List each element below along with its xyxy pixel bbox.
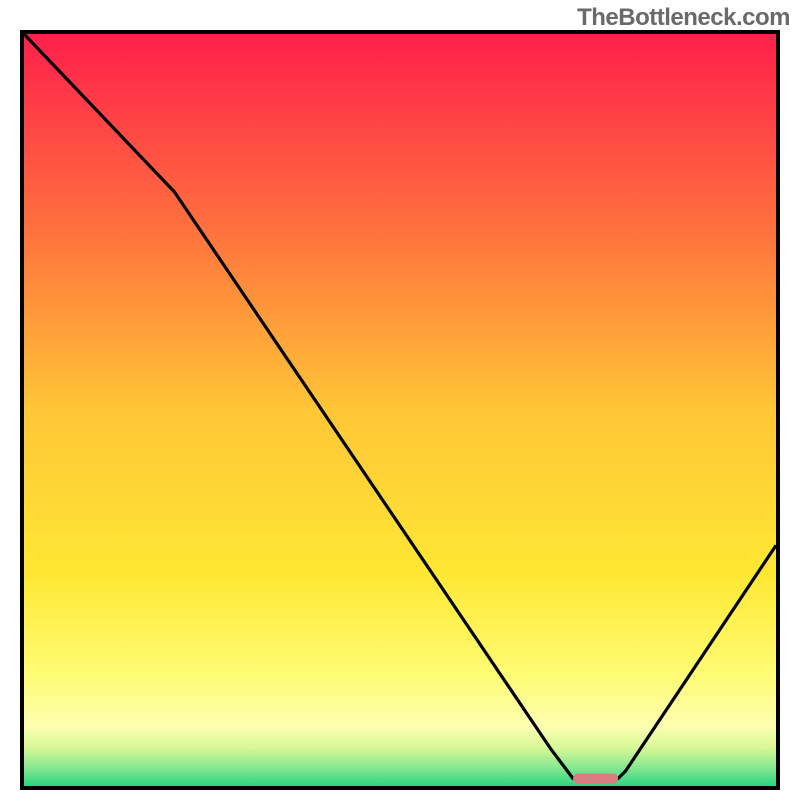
plot-frame (20, 30, 780, 790)
plot-svg (24, 34, 776, 786)
chart-container: TheBottleneck.com (0, 0, 800, 800)
gradient-rect (24, 34, 776, 786)
watermark-text: TheBottleneck.com (577, 4, 790, 32)
optimal-marker (573, 774, 618, 784)
